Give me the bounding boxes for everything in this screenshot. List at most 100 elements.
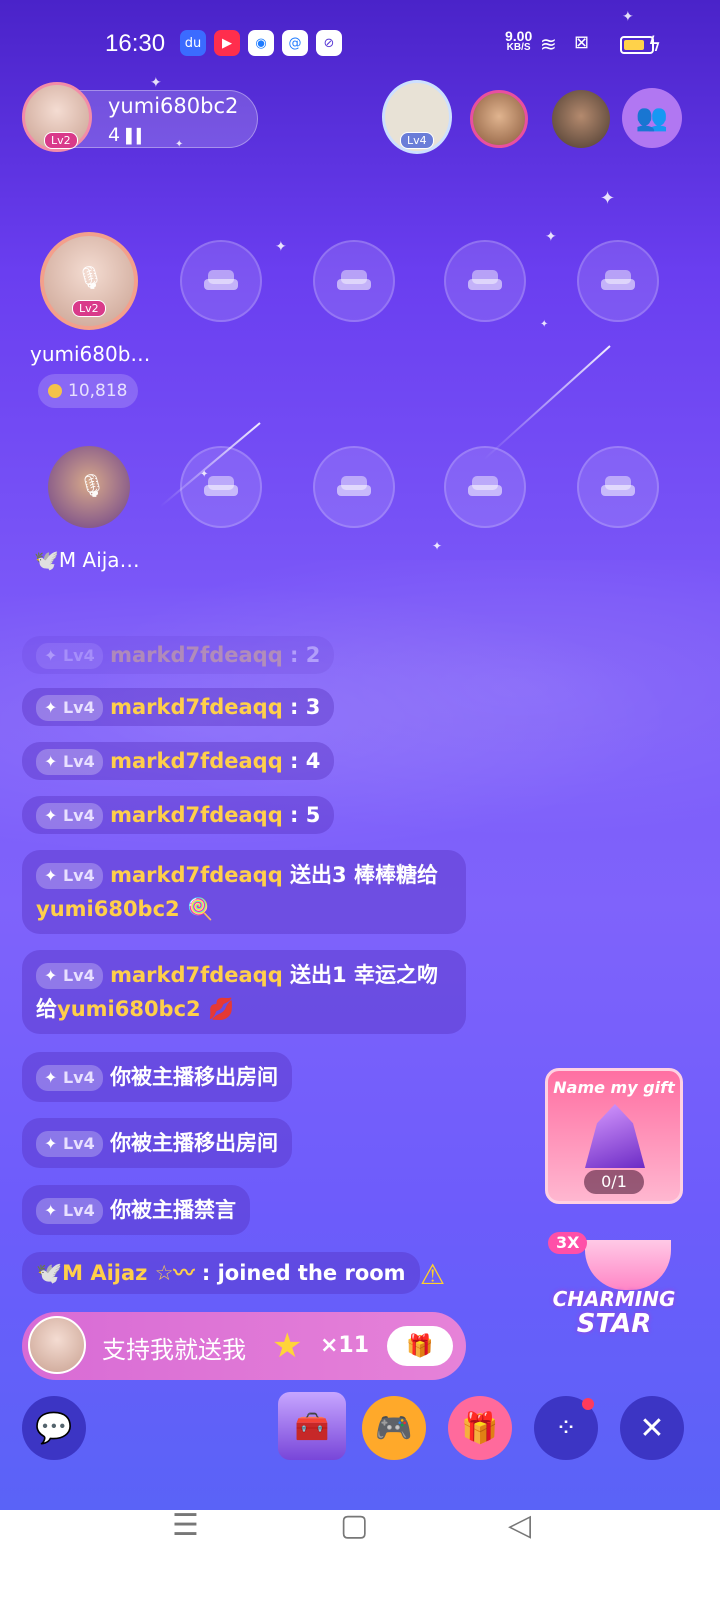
chat-level-badge: Lv4 bbox=[36, 1065, 103, 1091]
empty-seat[interactable] bbox=[180, 446, 262, 528]
system-message: Lv4 你被主播移出房间 bbox=[22, 1118, 293, 1168]
live-room-stage: ✦ ✦ ✦ ✦ ✦ ✦ ✦ ✦ ✦ 16:30 du ▶ ◉ @ ⊘ 9.00 … bbox=[0, 0, 720, 1510]
send-gift-button[interactable]: 🎁 bbox=[387, 1326, 453, 1366]
gift-icon: 🎁 bbox=[461, 1410, 499, 1446]
viewer-count: 4 ▌▍ bbox=[108, 124, 148, 146]
system-message: Lv4 你被主播移出房间 bbox=[22, 1052, 293, 1102]
chat-level-badge: Lv4 bbox=[36, 1198, 103, 1224]
chat-button[interactable]: 💬 bbox=[22, 1396, 86, 1460]
clock: 16:30 bbox=[105, 30, 166, 57]
back-icon[interactable]: ◁ bbox=[508, 1508, 531, 1543]
sofa-icon bbox=[601, 476, 635, 498]
home-icon[interactable]: ▢ bbox=[340, 1508, 368, 1543]
gift-send-icon: 🎁 bbox=[406, 1333, 434, 1359]
chat-text: : 2 bbox=[290, 643, 321, 667]
chat-user[interactable]: markd7fdeaqq bbox=[110, 803, 283, 827]
chat-message: Lv4 markd7fdeaqq : 4 bbox=[22, 742, 335, 780]
close-room-button[interactable]: ✕ bbox=[620, 1396, 684, 1460]
sim-icon: ⊠ bbox=[574, 32, 590, 53]
top-viewer-level-badge: Lv4 bbox=[400, 132, 434, 149]
system-message: Lv4 你被主播禁言 bbox=[22, 1185, 251, 1235]
sofa-icon bbox=[337, 270, 371, 292]
chat-level-badge: Lv4 bbox=[36, 643, 103, 669]
chat-user[interactable]: markd7fdeaqq bbox=[110, 749, 283, 773]
gift-card-progress: 0/1 bbox=[584, 1170, 644, 1194]
notification-dot bbox=[582, 1398, 594, 1410]
star-gift-icon: ★ bbox=[272, 1326, 303, 1366]
chat-level-badge: Lv4 bbox=[36, 695, 103, 721]
chat-message: Lv4 markd7fdeaqq : 2 bbox=[22, 636, 335, 674]
viewer-count-value: 4 bbox=[108, 124, 121, 146]
gift-message: Lv4 markd7fdeaqq 送出3 棒棒糖给 yumi680bc2 🍭 bbox=[22, 850, 466, 934]
gamepad-icon: 🎮 bbox=[375, 1410, 413, 1446]
charm-multiplier: 3X bbox=[548, 1232, 588, 1254]
chat-level-badge: Lv4 bbox=[36, 803, 103, 829]
net-speed: 9.00 KB/S bbox=[505, 29, 532, 54]
baidu-app-icon: du bbox=[180, 30, 206, 56]
lollipop-icon: 🍭 bbox=[186, 897, 214, 921]
sparkle-icon: ✦ bbox=[432, 539, 443, 553]
promo-text: 支持我就送我 bbox=[102, 1336, 246, 1364]
treasure-chest-icon: 🧰 bbox=[294, 1409, 330, 1443]
gift-button[interactable]: 🎁 bbox=[448, 1396, 512, 1460]
seat-name: 🕊️M Aija… bbox=[34, 548, 140, 572]
empty-seat[interactable] bbox=[577, 240, 659, 322]
empty-seat[interactable] bbox=[180, 240, 262, 322]
sparkle-icon: ✦ bbox=[540, 319, 549, 330]
chat-message: Lv4 markd7fdeaqq : 3 bbox=[22, 688, 335, 726]
chat-text: : 5 bbox=[290, 803, 321, 827]
chat-user[interactable]: Aijaz ☆〰 bbox=[90, 1261, 194, 1285]
empty-seat[interactable] bbox=[313, 446, 395, 528]
wifi-icon: ≋ bbox=[540, 32, 557, 56]
viewer-avatar[interactable] bbox=[552, 90, 610, 148]
chat-user[interactable]: markd7fdeaqq bbox=[110, 643, 283, 667]
game-button[interactable]: 🎮 bbox=[362, 1396, 426, 1460]
coin-icon bbox=[48, 384, 62, 398]
system-text: 你被主播移出房间 bbox=[110, 1065, 279, 1089]
treasure-chest-button[interactable]: 🧰 bbox=[278, 1392, 346, 1460]
seat-coins: 10,818 bbox=[38, 374, 138, 408]
seat-coins-value: 10,818 bbox=[68, 381, 128, 401]
sofa-icon bbox=[601, 270, 635, 292]
gift-text: 送出1 幸运之吻 bbox=[282, 963, 438, 987]
gift-text-prefix: 给 bbox=[36, 997, 57, 1021]
warning-icon[interactable]: ⚠ bbox=[420, 1258, 445, 1291]
empty-seat[interactable] bbox=[313, 240, 395, 322]
chat-level-badge: Lv4 bbox=[36, 963, 103, 989]
sofa-icon bbox=[204, 476, 238, 498]
empty-seat[interactable] bbox=[444, 446, 526, 528]
host-name: yumi680bc2 bbox=[108, 94, 239, 118]
gift-target[interactable]: yumi680bc2 bbox=[36, 897, 180, 921]
chat-level-badge: Lv4 bbox=[36, 749, 103, 775]
chat-user[interactable]: markd7fdeaqq bbox=[110, 695, 283, 719]
sparkle-icon: ✦ bbox=[545, 229, 557, 245]
shooting-star bbox=[482, 345, 611, 461]
chat-text: : 3 bbox=[290, 695, 321, 719]
sparkle-icon: ✦ bbox=[600, 188, 616, 209]
promo-avatar bbox=[28, 1316, 86, 1374]
promo-count: ×11 bbox=[320, 1333, 370, 1358]
seat-level-badge: Lv2 bbox=[72, 300, 106, 317]
chat-message: Lv4 markd7fdeaqq : 5 bbox=[22, 796, 335, 834]
people-icon: 👥 bbox=[635, 103, 669, 133]
empty-seat[interactable] bbox=[444, 240, 526, 322]
audience-list-button[interactable]: 👥 bbox=[622, 88, 682, 148]
chat-user[interactable]: markd7fdeaqq bbox=[110, 863, 283, 887]
gift-target[interactable]: yumi680bc2 bbox=[57, 997, 201, 1021]
menu-icon[interactable]: ☰ bbox=[172, 1508, 199, 1543]
charm-title-line2: STAR bbox=[576, 1309, 652, 1339]
join-message: 🕊️M Aijaz ☆〰 : joined the room bbox=[22, 1252, 420, 1294]
video-app-icon: ▶ bbox=[214, 30, 240, 56]
viewer-avatar[interactable] bbox=[470, 90, 528, 148]
empty-seat[interactable] bbox=[577, 446, 659, 528]
status-bar: 16:30 du ▶ ◉ @ ⊘ 9.00 KB/S ≋ ⊠ ϟ bbox=[0, 28, 720, 62]
chat-user[interactable]: markd7fdeaqq bbox=[110, 963, 283, 987]
sparkle-icon: ✦ bbox=[622, 9, 634, 25]
close-icon: ✕ bbox=[639, 1410, 665, 1446]
mic-muted-icon: 🎙︎ bbox=[78, 474, 106, 499]
chat-text: : 4 bbox=[290, 749, 321, 773]
at-app-icon: @ bbox=[282, 30, 308, 56]
gift-text: 送出3 棒棒糖给 bbox=[282, 863, 438, 887]
mic-muted-icon: 🎙︎ bbox=[76, 266, 104, 291]
charm-title-line1: CHARMING bbox=[552, 1287, 676, 1311]
